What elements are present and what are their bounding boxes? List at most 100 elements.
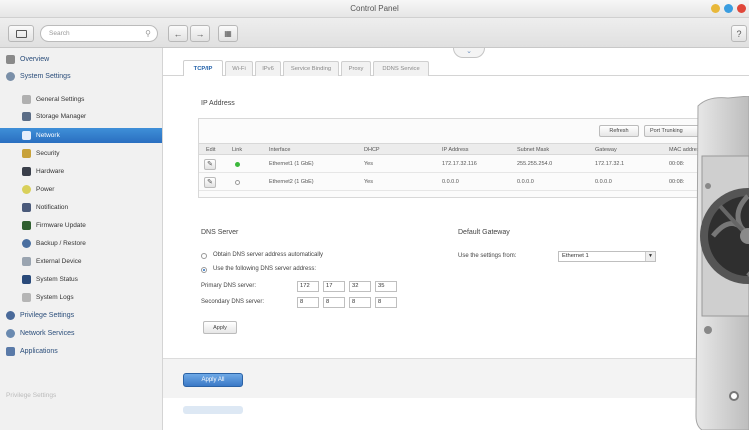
sidebar-item-label: Applications xyxy=(20,348,58,355)
sidebar-item-notification[interactable]: Notification xyxy=(0,200,162,215)
secondary-dns-label: Secondary DNS server: xyxy=(201,299,265,305)
mask-cell: 255.255.254.0 xyxy=(517,161,553,167)
sidebar-item-system-status[interactable]: System Status xyxy=(0,272,162,287)
table-row[interactable]: ✎ Ethernet1 (1 GbE) Yes 172.17.32.116 25… xyxy=(199,156,709,173)
sidebar-item-overview[interactable]: Overview xyxy=(0,52,162,67)
tab-wifi[interactable]: Wi-Fi xyxy=(225,61,253,76)
tab-service-binding[interactable]: Service Binding xyxy=(283,61,339,76)
overview-icon xyxy=(6,55,15,64)
lock-icon xyxy=(22,149,31,158)
search-placeholder: Search xyxy=(49,30,70,37)
tab-proxy[interactable]: Proxy xyxy=(341,61,371,76)
edit-icon[interactable]: ✎ xyxy=(204,159,216,170)
tab-ipv6[interactable]: IPv6 xyxy=(255,61,281,76)
sidebar-item-general-settings[interactable]: General Settings xyxy=(0,92,162,107)
nas-device-icon xyxy=(695,95,749,430)
secondary-dns-octet-1[interactable]: 8 xyxy=(297,297,319,308)
sidebar-item-privilege-settings[interactable]: Privilege Settings xyxy=(0,308,162,323)
sidebar-item-external-device[interactable]: External Device xyxy=(0,254,162,269)
window-titlebar: Control Panel xyxy=(0,0,749,18)
nas-device-image xyxy=(688,95,749,430)
sidebar-item-label: Security xyxy=(36,150,60,157)
tab-ddns-service[interactable]: DDNS Service xyxy=(373,61,429,76)
dns-auto-radio[interactable] xyxy=(201,253,207,259)
minimize-icon[interactable] xyxy=(711,4,720,13)
firmware-icon xyxy=(22,221,31,230)
edit-icon[interactable]: ✎ xyxy=(204,177,216,188)
table-header: Edit Link Interface DHCP IP Address Subn… xyxy=(199,143,709,155)
monitor-icon xyxy=(22,275,31,284)
ip-address-section-title: IP Address xyxy=(201,100,235,107)
globe-icon xyxy=(6,329,15,338)
maximize-icon[interactable] xyxy=(724,4,733,13)
applications-icon xyxy=(6,347,15,356)
primary-dns-octet-2[interactable]: 17 xyxy=(323,281,345,292)
table-row[interactable]: ✎ Ethernet2 (1 GbE) Yes 0.0.0.0 0.0.0.0 … xyxy=(199,174,709,191)
mac-cell: 00:08: xyxy=(669,161,685,167)
log-icon xyxy=(22,293,31,302)
faded-reflection xyxy=(183,406,243,414)
sidebar: Overview System Settings General Setting… xyxy=(0,48,163,430)
default-gateway-section-title: Default Gateway xyxy=(458,229,510,236)
dhcp-cell: Yes xyxy=(364,161,373,167)
help-icon: ? xyxy=(736,28,742,39)
footer-bar: Apply All xyxy=(163,358,749,398)
column-header: DHCP xyxy=(364,147,380,153)
sidebar-item-applications[interactable]: Applications xyxy=(0,344,162,359)
sidebar-item-system-settings[interactable]: System Settings xyxy=(0,69,162,84)
sidebar-item-security[interactable]: Security xyxy=(0,146,162,161)
hardware-icon xyxy=(22,167,31,176)
sidebar-item-label: External Device xyxy=(36,258,82,265)
refresh-button[interactable]: Refresh xyxy=(599,125,639,137)
secondary-dns-octet-2[interactable]: 8 xyxy=(323,297,345,308)
sidebar-item-firmware-update[interactable]: Firmware Update xyxy=(0,218,162,233)
user-icon xyxy=(6,311,15,320)
dns-manual-label: Use the following DNS server address: xyxy=(213,266,317,272)
sidebar-item-label: Notification xyxy=(36,204,69,211)
forward-button[interactable]: → xyxy=(190,25,210,42)
dns-section-title: DNS Server xyxy=(201,229,239,236)
mask-cell: 0.0.0.0 xyxy=(517,179,534,185)
tab-tcpip[interactable]: TCP/IP xyxy=(183,60,223,76)
dns-manual-radio[interactable] xyxy=(201,267,207,273)
interface-cell: Ethernet2 (1 GbE) xyxy=(269,179,314,185)
sidebar-item-label: Storage Manager xyxy=(36,113,87,120)
sidebar-item-hardware[interactable]: Hardware xyxy=(0,164,162,179)
sidebar-toggle-button[interactable] xyxy=(8,25,34,42)
secondary-dns-octet-3[interactable]: 8 xyxy=(349,297,371,308)
primary-dns-octet-3[interactable]: 32 xyxy=(349,281,371,292)
primary-dns-octet-4[interactable]: 35 xyxy=(375,281,397,292)
apply-button[interactable]: Apply xyxy=(203,321,237,334)
sidebar-item-power[interactable]: Power xyxy=(0,182,162,197)
sidebar-item-network[interactable]: Network xyxy=(0,128,162,143)
primary-dns-octet-1[interactable]: 172 xyxy=(297,281,319,292)
grid-view-button[interactable]: ▦ xyxy=(218,25,238,42)
help-button[interactable]: ? xyxy=(731,25,747,42)
faded-sidebar-item: Privilege Settings xyxy=(6,392,57,399)
sidebar-item-label: System Status xyxy=(36,276,78,283)
collapse-toggle[interactable]: ⌄ xyxy=(453,48,485,58)
arrow-left-icon: ← xyxy=(173,28,183,39)
ip-cell: 0.0.0.0 xyxy=(442,179,459,185)
interface-cell: Ethernet1 (1 GbE) xyxy=(269,161,314,167)
mac-cell: 00:08: xyxy=(669,179,685,185)
sidebar-item-network-services[interactable]: Network Services xyxy=(0,326,162,341)
sidebar-item-storage-manager[interactable]: Storage Manager xyxy=(0,109,162,124)
search-icon[interactable]: ⚲ xyxy=(145,26,151,41)
dns-auto-label: Obtain DNS server address automatically xyxy=(213,252,324,258)
back-button[interactable]: ← xyxy=(168,25,188,42)
secondary-dns-octet-4[interactable]: 8 xyxy=(375,297,397,308)
close-icon[interactable] xyxy=(737,4,746,13)
panel-icon xyxy=(15,29,27,38)
network-icon xyxy=(22,131,31,140)
sidebar-item-label: Overview xyxy=(20,56,50,63)
link-status-icon xyxy=(235,162,240,167)
apply-all-button[interactable]: Apply All xyxy=(183,373,243,387)
sidebar-item-backup-restore[interactable]: Backup / Restore xyxy=(0,236,162,251)
storage-icon xyxy=(22,112,31,121)
search-input[interactable]: Search ⚲ xyxy=(40,25,158,42)
window-title: Control Panel xyxy=(350,4,399,13)
sidebar-item-label: Backup / Restore xyxy=(36,240,86,247)
sidebar-item-system-logs[interactable]: System Logs xyxy=(0,290,162,305)
gateway-source-select[interactable]: Ethernet 1 ▼ xyxy=(558,251,656,262)
